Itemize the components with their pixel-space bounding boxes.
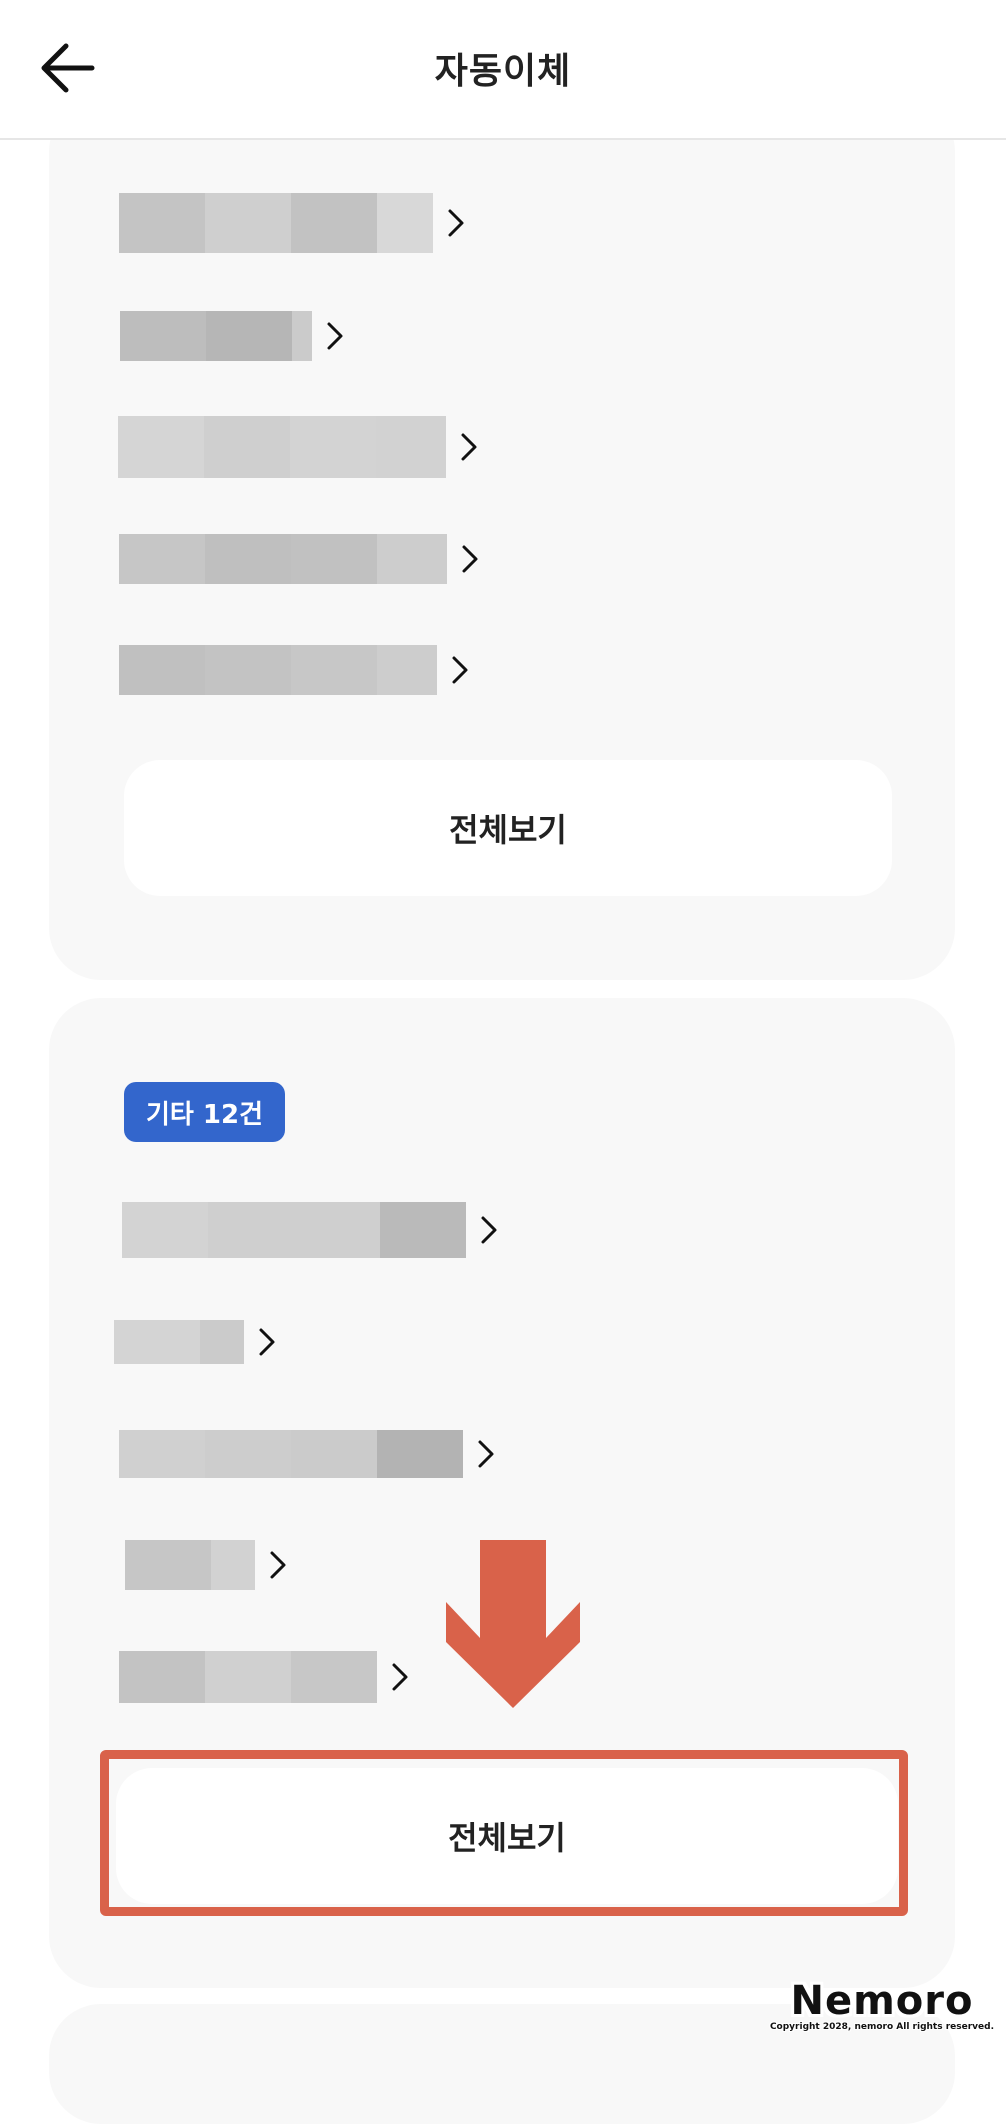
blurred-item-name (125, 1540, 255, 1590)
arrow-down-icon (446, 1540, 580, 1708)
list-item[interactable] (119, 645, 471, 695)
chevron-right-icon (449, 653, 471, 687)
blurred-item-name (114, 1320, 244, 1364)
watermark: Nemoro Copyright 2028, nemoro All rights… (770, 1978, 994, 2032)
watermark-logo: Nemoro (790, 1978, 974, 2024)
list-item[interactable] (114, 1320, 278, 1364)
blurred-item-name (122, 1202, 466, 1258)
list-item[interactable] (119, 1430, 497, 1478)
blurred-item-name (119, 1651, 377, 1703)
list-item[interactable] (119, 1651, 411, 1703)
category-badge: 기타 12건 (124, 1082, 285, 1142)
chevron-right-icon (324, 319, 346, 353)
blurred-item-name (118, 416, 446, 478)
chevron-right-icon (478, 1213, 500, 1247)
blurred-item-name (119, 193, 433, 253)
view-all-button[interactable]: 전체보기 (124, 760, 892, 896)
list-item[interactable] (120, 311, 346, 361)
chevron-right-icon (475, 1437, 497, 1471)
highlight-box (100, 1750, 908, 1916)
blurred-item-name (119, 1430, 463, 1478)
chevron-right-icon (389, 1660, 411, 1694)
page-title: 자동이체 (434, 51, 572, 92)
chevron-right-icon (267, 1548, 289, 1582)
chevron-right-icon (458, 430, 480, 464)
list-item[interactable] (119, 193, 467, 253)
list-item[interactable] (118, 416, 480, 478)
list-item[interactable] (125, 1540, 289, 1590)
blurred-item-name (120, 311, 312, 361)
chevron-right-icon (459, 542, 481, 576)
watermark-copyright: Copyright 2028, nemoro All rights reserv… (769, 2022, 994, 2032)
list-item[interactable] (119, 534, 481, 584)
chevron-right-icon (445, 206, 467, 240)
blurred-item-name (119, 645, 437, 695)
top-app-bar: 자동이체 (0, 0, 1006, 140)
list-item[interactable] (122, 1202, 500, 1258)
blurred-item-name (119, 534, 447, 584)
chevron-right-icon (256, 1325, 278, 1359)
